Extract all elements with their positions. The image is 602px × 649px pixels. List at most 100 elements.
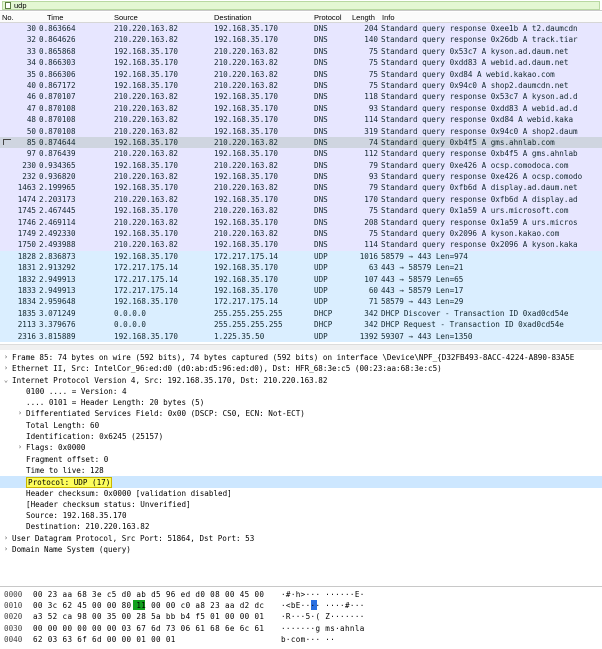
packet-row[interactable]: 2113 3.379676 0.0.0.0 255.255.255.255 DHCP 34… [0, 319, 602, 331]
packet-cell-src: 192.168.35.170 [114, 183, 179, 193]
packet-row[interactable]: 1474 2.203173 210.220.163.82 192.168.35.170… [0, 193, 602, 206]
detail-tree-item[interactable]: › User Datagram Protocol, Src Port: 51864… [0, 533, 602, 544]
hex-dump-ascii[interactable]: ·#·h>··· ······E· [281, 590, 365, 599]
hex-dump-ascii[interactable]: ·R···5·( Z······· [281, 612, 365, 621]
packet-row[interactable]: 1834 2.959648 192.168.35.170 172.217.175.14… [0, 296, 602, 308]
packet-cell-info: DHCP Request - Transaction ID 0xad0cd54e [381, 320, 564, 330]
expanded-chevron-icon[interactable]: ⌄ [2, 376, 10, 384]
packet-row[interactable]: 1832 2.949913 172.217.175.14 192.168.35.170… [0, 273, 602, 285]
packet-row[interactable]: 232 0.936820 210.220.163.82 192.168.35.170 D… [0, 171, 602, 183]
packet-row[interactable]: 1750 2.493988 210.220.163.82 192.168.35.170… [0, 239, 602, 251]
column-header-protocol[interactable]: Protocol [314, 13, 342, 22]
packet-cell-info: Standard query 0xdd83 A webid.ad.daum.ne… [381, 58, 569, 68]
packet-row[interactable]: 35 0.866306 192.168.35.170 210.220.163.82 DN… [0, 68, 602, 80]
packet-row[interactable]: 1835 3.071249 0.0.0.0 255.255.255.255 DHCP 34… [0, 307, 602, 320]
detail-tree-item[interactable]: › Frame 85: 74 bytes on wire (592 bits), … [0, 352, 602, 363]
display-filter-input[interactable]: udp [2, 1, 600, 10]
detail-tree-item[interactable]: › Differentiated Services Field: 0x00 (DS… [0, 408, 602, 419]
packet-row[interactable]: 50 0.870108 210.220.163.82 192.168.35.170 DN… [0, 125, 602, 137]
bookmark-icon[interactable] [5, 2, 11, 9]
packet-row[interactable]: 40 0.867172 192.168.35.170 210.220.163.82 DN… [0, 79, 602, 92]
packet-cell-proto: DNS [314, 229, 328, 239]
collapsed-chevron-icon[interactable]: › [16, 443, 24, 451]
hex-dump-hex[interactable]: 00 23 aa 68 3e c5 d0 ab d5 96 ed d0 08 0… [33, 590, 264, 599]
collapsed-chevron-icon[interactable]: › [2, 545, 10, 553]
packet-row[interactable]: 85 0.874644 192.168.35.170 210.220.163.82 DN… [0, 136, 602, 149]
packet-row[interactable]: 34 0.866303 192.168.35.170 210.220.163.82 DN… [0, 57, 602, 69]
collapsed-chevron-icon[interactable]: › [2, 534, 10, 542]
packet-row[interactable]: 32 0.864626 210.220.163.82 192.168.35.170 DN… [0, 34, 602, 46]
detail-tree-item[interactable]: Fragment offset: 0 [0, 454, 602, 465]
packet-row[interactable]: 33 0.865868 192.168.35.170 210.220.163.82 DN… [0, 45, 602, 58]
detail-tree-item[interactable]: .... 0101 = Header Length: 20 bytes (5) [0, 397, 602, 408]
pane-divider[interactable] [0, 586, 602, 587]
packet-row[interactable]: 97 0.876439 210.220.163.82 192.168.35.170 DN… [0, 148, 602, 160]
packet-row[interactable]: 2316 3.815889 192.168.35.170 1.225.35.50 UDP… [0, 330, 602, 342]
hex-dump-offset[interactable]: 0010 [4, 601, 22, 610]
hex-dump-hex[interactable]: 00 3c 62 45 00 00 80 11 00 00 c0 a8 23 a… [33, 601, 264, 610]
detail-tree-item[interactable]: ⌄ Internet Protocol Version 4, Src: 192.1… [0, 375, 602, 386]
packet-cell-info: Standard query response 0x2096 A kyson.k… [381, 240, 578, 250]
detail-tree-item[interactable]: Source: 192.168.35.170 [0, 510, 602, 521]
packet-rows: 30 0.863664 210.220.163.82 192.168.35.170 DN… [0, 23, 602, 342]
packet-row[interactable]: 1749 2.492330 192.168.35.170 210.220.163.82… [0, 228, 602, 240]
packet-cell-proto: DNS [314, 24, 328, 33]
detail-tree-item[interactable]: Total Length: 60 [0, 420, 602, 431]
packet-cell-no: 230 [22, 160, 36, 170]
collapsed-chevron-icon[interactable]: › [2, 353, 10, 361]
column-header-no[interactable]: No. [2, 13, 14, 22]
packet-cell-no: 1746 [17, 217, 36, 227]
hex-dump-offset[interactable]: 0000 [4, 590, 22, 599]
hex-dump-ascii[interactable]: ·······g ms·ahnla [281, 624, 365, 633]
packet-row[interactable]: 47 0.870108 210.220.163.82 192.168.35.170 DN… [0, 102, 602, 115]
hex-dump-offset[interactable]: 0040 [4, 635, 22, 644]
packet-cell-info: Standard query response 0x53c7 A kyson.a… [381, 92, 578, 102]
packet-row[interactable]: 230 0.934365 192.168.35.170 210.220.163.82 D… [0, 159, 602, 172]
packet-cell-no: 1745 [17, 206, 36, 216]
packet-cell-src: 192.168.35.170 [114, 80, 179, 90]
hex-dump-hex[interactable]: 62 03 63 6f 6d 00 00 01 00 01 [33, 635, 176, 644]
hex-dump-offset[interactable]: 0020 [4, 612, 22, 621]
packet-row[interactable]: 30 0.863664 210.220.163.82 192.168.35.170 DN… [0, 23, 602, 35]
detail-tree-item[interactable]: › Flags: 0x0000 [0, 442, 602, 453]
detail-tree-item[interactable]: › Ethernet II, Src: IntelCor_96:ed:d0 (d0… [0, 363, 602, 374]
packet-cell-src: 0.0.0.0 [114, 308, 147, 318]
packet-cell-info: Standard query response 0x1a59 A urs.mic… [381, 217, 578, 227]
packet-row[interactable]: 1831 2.913292 172.217.175.14 192.168.35.170… [0, 262, 602, 274]
hex-dump-ascii[interactable]: ·<bE···· ····#··· [281, 601, 365, 610]
detail-tree-text: Total Length: 60 [26, 420, 100, 430]
hex-dump-offset[interactable]: 0030 [4, 624, 22, 633]
column-header-source[interactable]: Source [114, 13, 138, 22]
packet-cell-proto: UDP [314, 297, 328, 307]
packet-row[interactable]: 46 0.870107 210.220.163.82 192.168.35.170 DN… [0, 91, 602, 103]
detail-tree-item[interactable]: Destination: 210.220.163.82 [0, 521, 602, 532]
column-header-time[interactable]: Time [47, 13, 63, 22]
hex-dump-ascii[interactable]: b·com··· ·· [281, 635, 335, 644]
packet-row[interactable]: 48 0.870108 210.220.163.82 192.168.35.170 DN… [0, 114, 602, 126]
packet-cell-dst: 210.220.163.82 [214, 46, 279, 56]
detail-tree-item[interactable]: 0100 .... = Version: 4 [0, 386, 602, 397]
column-header-destination[interactable]: Destination [214, 13, 252, 22]
column-header-length[interactable]: Length [352, 13, 375, 22]
hex-dump-hex[interactable]: a3 52 ca 98 00 35 00 28 5a bb b4 f5 01 0… [33, 612, 264, 621]
packet-row[interactable]: 1463 2.199965 192.168.35.170 210.220.163.82… [0, 182, 602, 194]
packet-row[interactable]: 1833 2.949913 172.217.175.14 192.168.35.170… [0, 284, 602, 297]
packet-list-scrollbar[interactable] [0, 344, 602, 350]
packet-cell-dst: 192.168.35.170 [214, 263, 279, 273]
column-header-info[interactable]: Info [382, 13, 395, 22]
detail-tree-item[interactable]: [Header checksum status: Unverified] [0, 499, 602, 510]
hex-dump-hex[interactable]: 00 00 00 00 00 00 03 67 6d 73 06 61 68 6… [33, 624, 264, 633]
packet-cell-no: 1835 [17, 308, 36, 318]
packet-row[interactable]: 1828 2.836873 192.168.35.170 172.217.175.14… [0, 250, 602, 263]
packet-row[interactable]: 1746 2.469114 210.220.163.82 192.168.35.170… [0, 216, 602, 229]
detail-tree-item[interactable]: Identification: 0x6245 (25157) [0, 431, 602, 442]
packet-row[interactable]: 1745 2.467445 192.168.35.170 210.220.163.82… [0, 205, 602, 217]
packet-cell-time: 0.936820 [39, 172, 76, 182]
collapsed-chevron-icon[interactable]: › [2, 364, 10, 372]
detail-tree-item[interactable]: › Domain Name System (query) [0, 544, 602, 555]
detail-tree-item[interactable]: Time to live: 128 [0, 465, 602, 476]
packet-cell-len: 114 [364, 115, 378, 125]
detail-tree-item[interactable]: Header checksum: 0x0000 [validation disa… [0, 488, 602, 499]
detail-tree-item[interactable]: Protocol: UDP (17) [0, 476, 602, 489]
collapsed-chevron-icon[interactable]: › [16, 409, 24, 417]
